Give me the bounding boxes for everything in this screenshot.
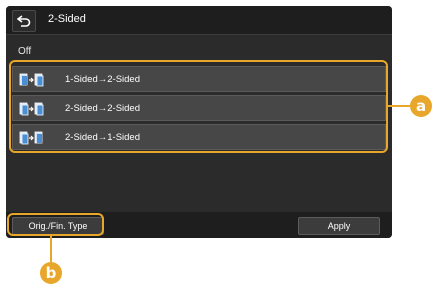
back-button[interactable] [12,10,36,32]
title-bar: 2-Sided [6,6,392,35]
back-arrow-icon [17,15,31,27]
callout-b-marker: b [40,262,62,284]
callout-a-marker: a [410,95,432,117]
current-setting: Off [18,46,32,57]
callout-b-highlight [7,213,104,236]
page-title: 2-Sided [48,13,86,25]
callout-b-leader [50,236,52,262]
apply-button[interactable]: Apply [298,217,380,235]
callout-a-leader [388,105,410,107]
callout-a-highlight [9,60,388,153]
